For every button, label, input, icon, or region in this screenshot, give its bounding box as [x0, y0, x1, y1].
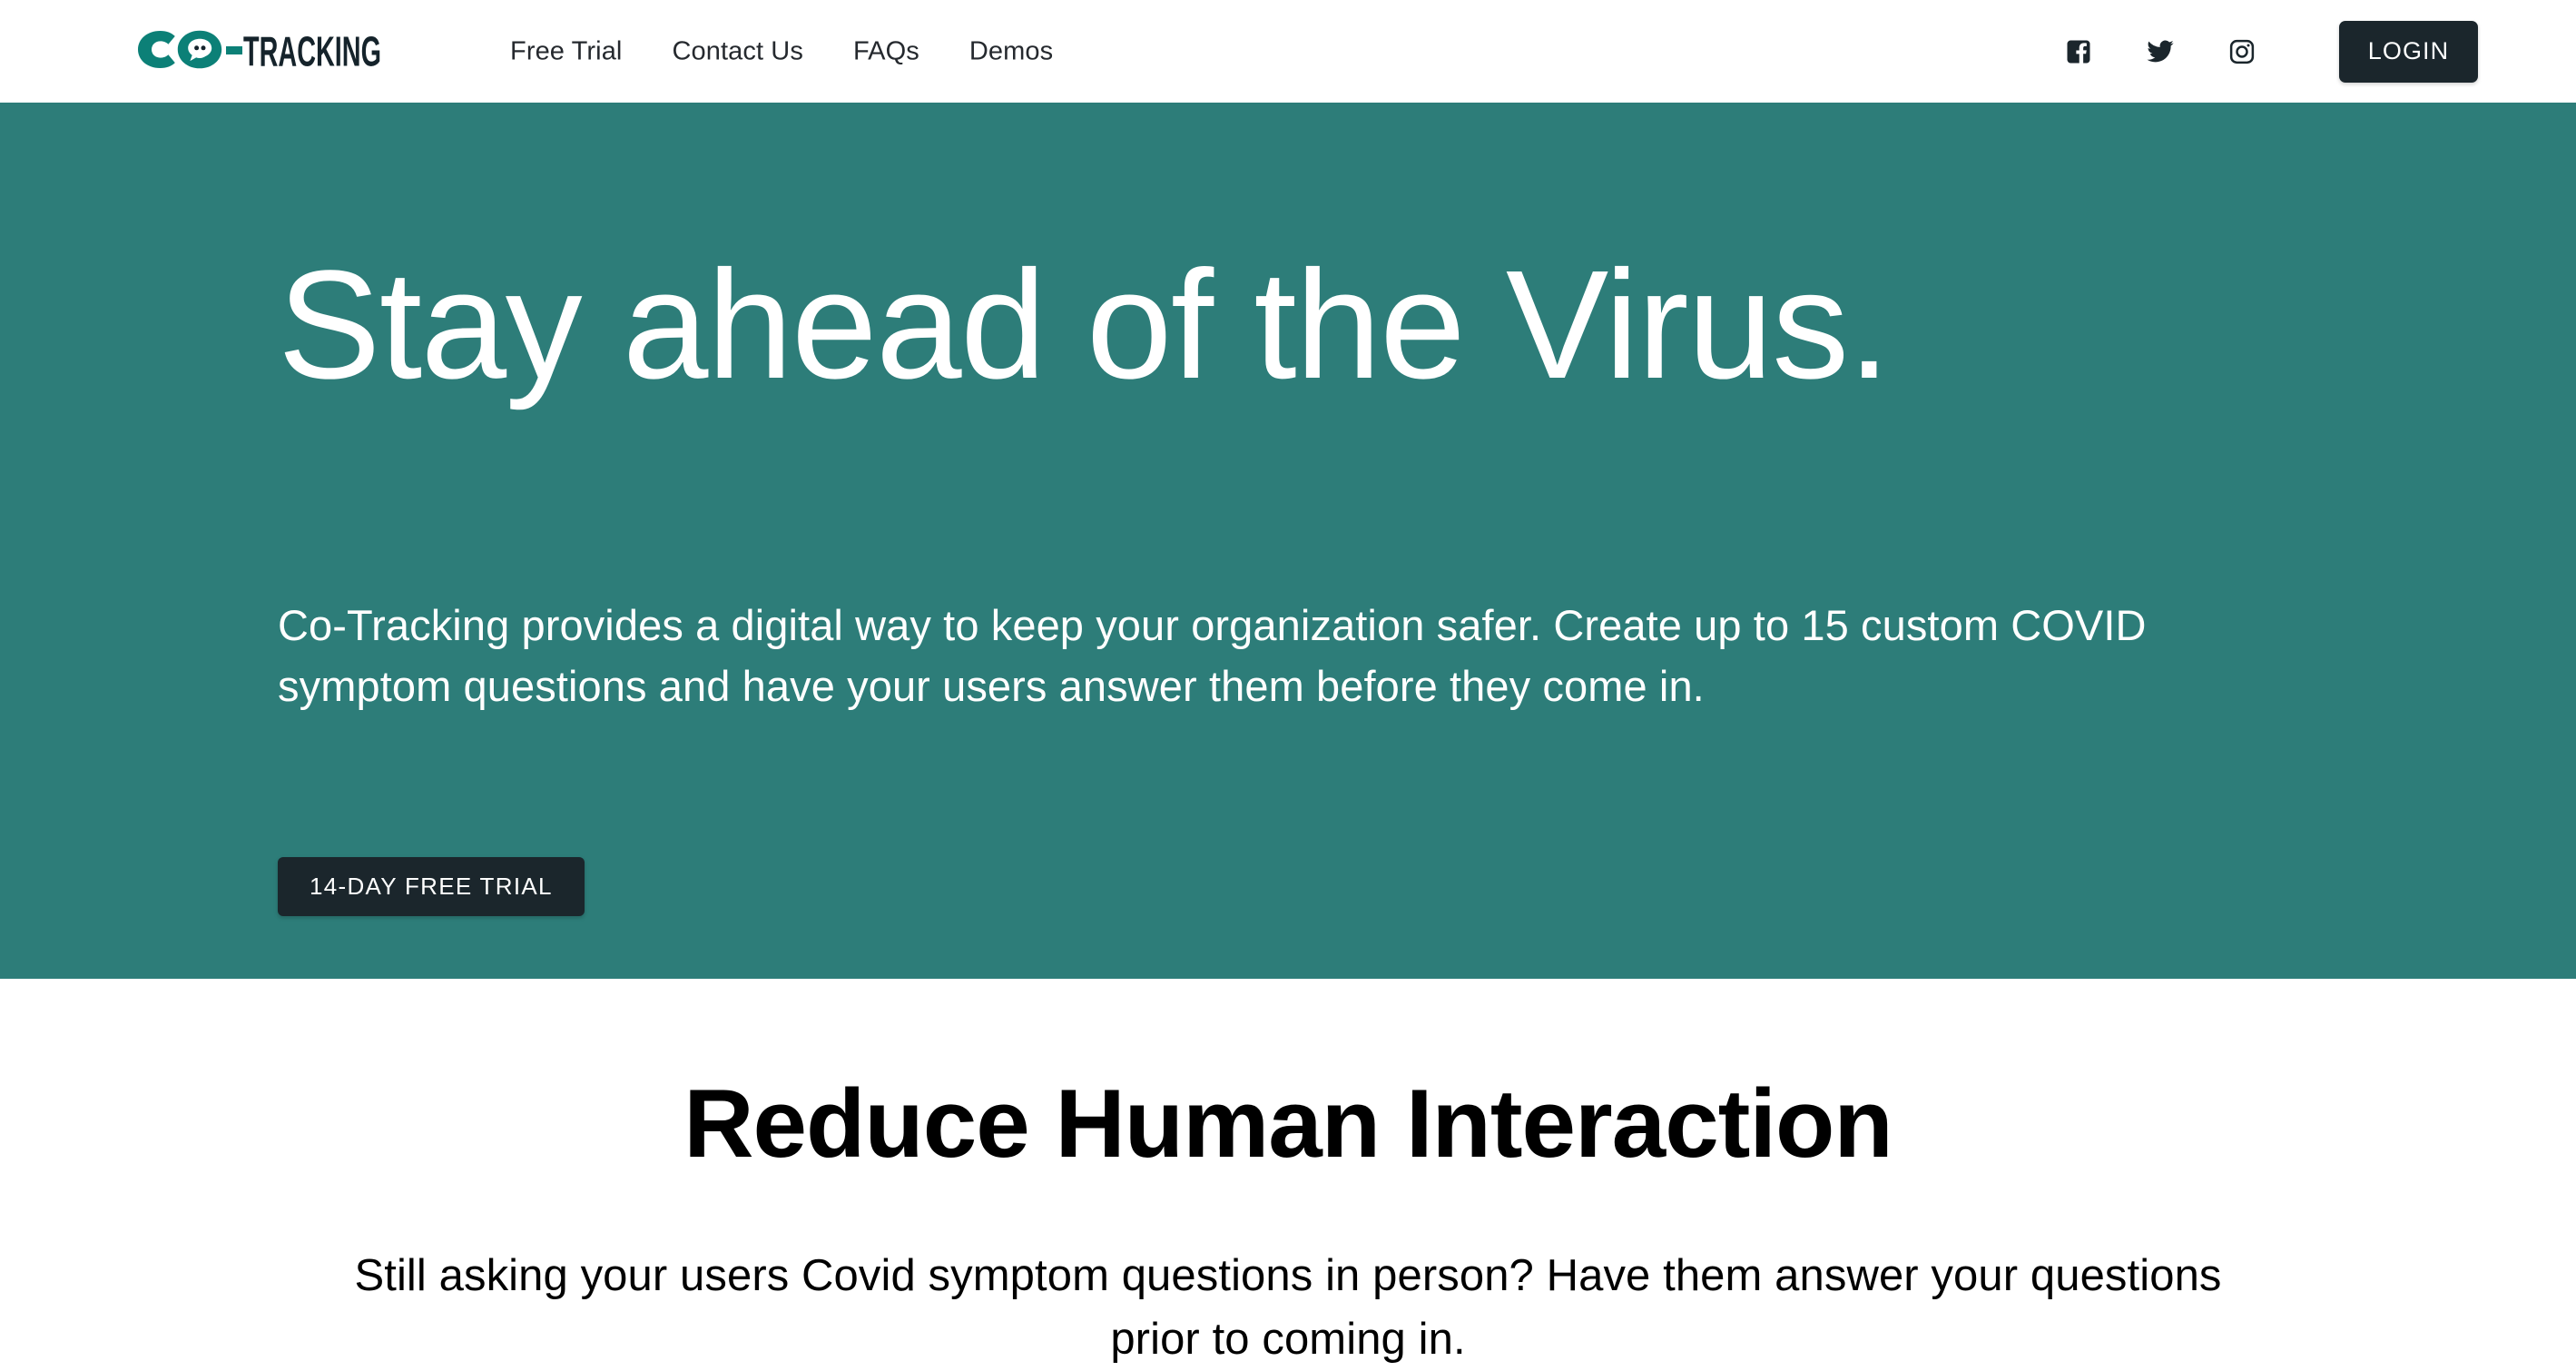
- svg-text:TRACKING: TRACKING: [243, 28, 381, 70]
- site-header: TRACKING Free Trial Contact Us FAQs Demo…: [0, 0, 2576, 103]
- cotracking-logo-icon: TRACKING: [136, 27, 383, 74]
- nav-item-demos[interactable]: Demos: [969, 38, 1053, 64]
- feature-description: Still asking your users Covid symptom qu…: [354, 1251, 2222, 1365]
- feature-section: Reduce Human Interaction Still asking yo…: [0, 979, 2576, 1364]
- nav-item-faqs[interactable]: FAQs: [853, 38, 919, 64]
- facebook-icon[interactable]: [2063, 36, 2094, 67]
- feature-title: Reduce Human Interaction: [683, 1069, 1893, 1178]
- main-navigation: Free Trial Contact Us FAQs Demos: [510, 38, 1053, 64]
- nav-item-contact-us[interactable]: Contact Us: [672, 38, 802, 64]
- hero-content: Stay ahead of the Virus. Co-Tracking pro…: [278, 103, 2256, 979]
- social-links: [2063, 36, 2257, 67]
- instagram-icon[interactable]: [2227, 36, 2257, 67]
- hero-title: Stay ahead of the Virus.: [278, 239, 1891, 411]
- login-button[interactable]: LOGIN: [2339, 20, 2478, 83]
- nav-item-free-trial[interactable]: Free Trial: [510, 38, 622, 64]
- hero-section: Stay ahead of the Virus. Co-Tracking pro…: [0, 103, 2576, 979]
- brand-logo[interactable]: TRACKING: [136, 27, 383, 74]
- twitter-icon[interactable]: [2145, 36, 2176, 67]
- header-actions: LOGIN: [2063, 20, 2478, 83]
- hero-subtitle: Co-Tracking provides a digital way to ke…: [278, 601, 2147, 710]
- free-trial-button[interactable]: 14-DAY FREE TRIAL: [278, 857, 585, 916]
